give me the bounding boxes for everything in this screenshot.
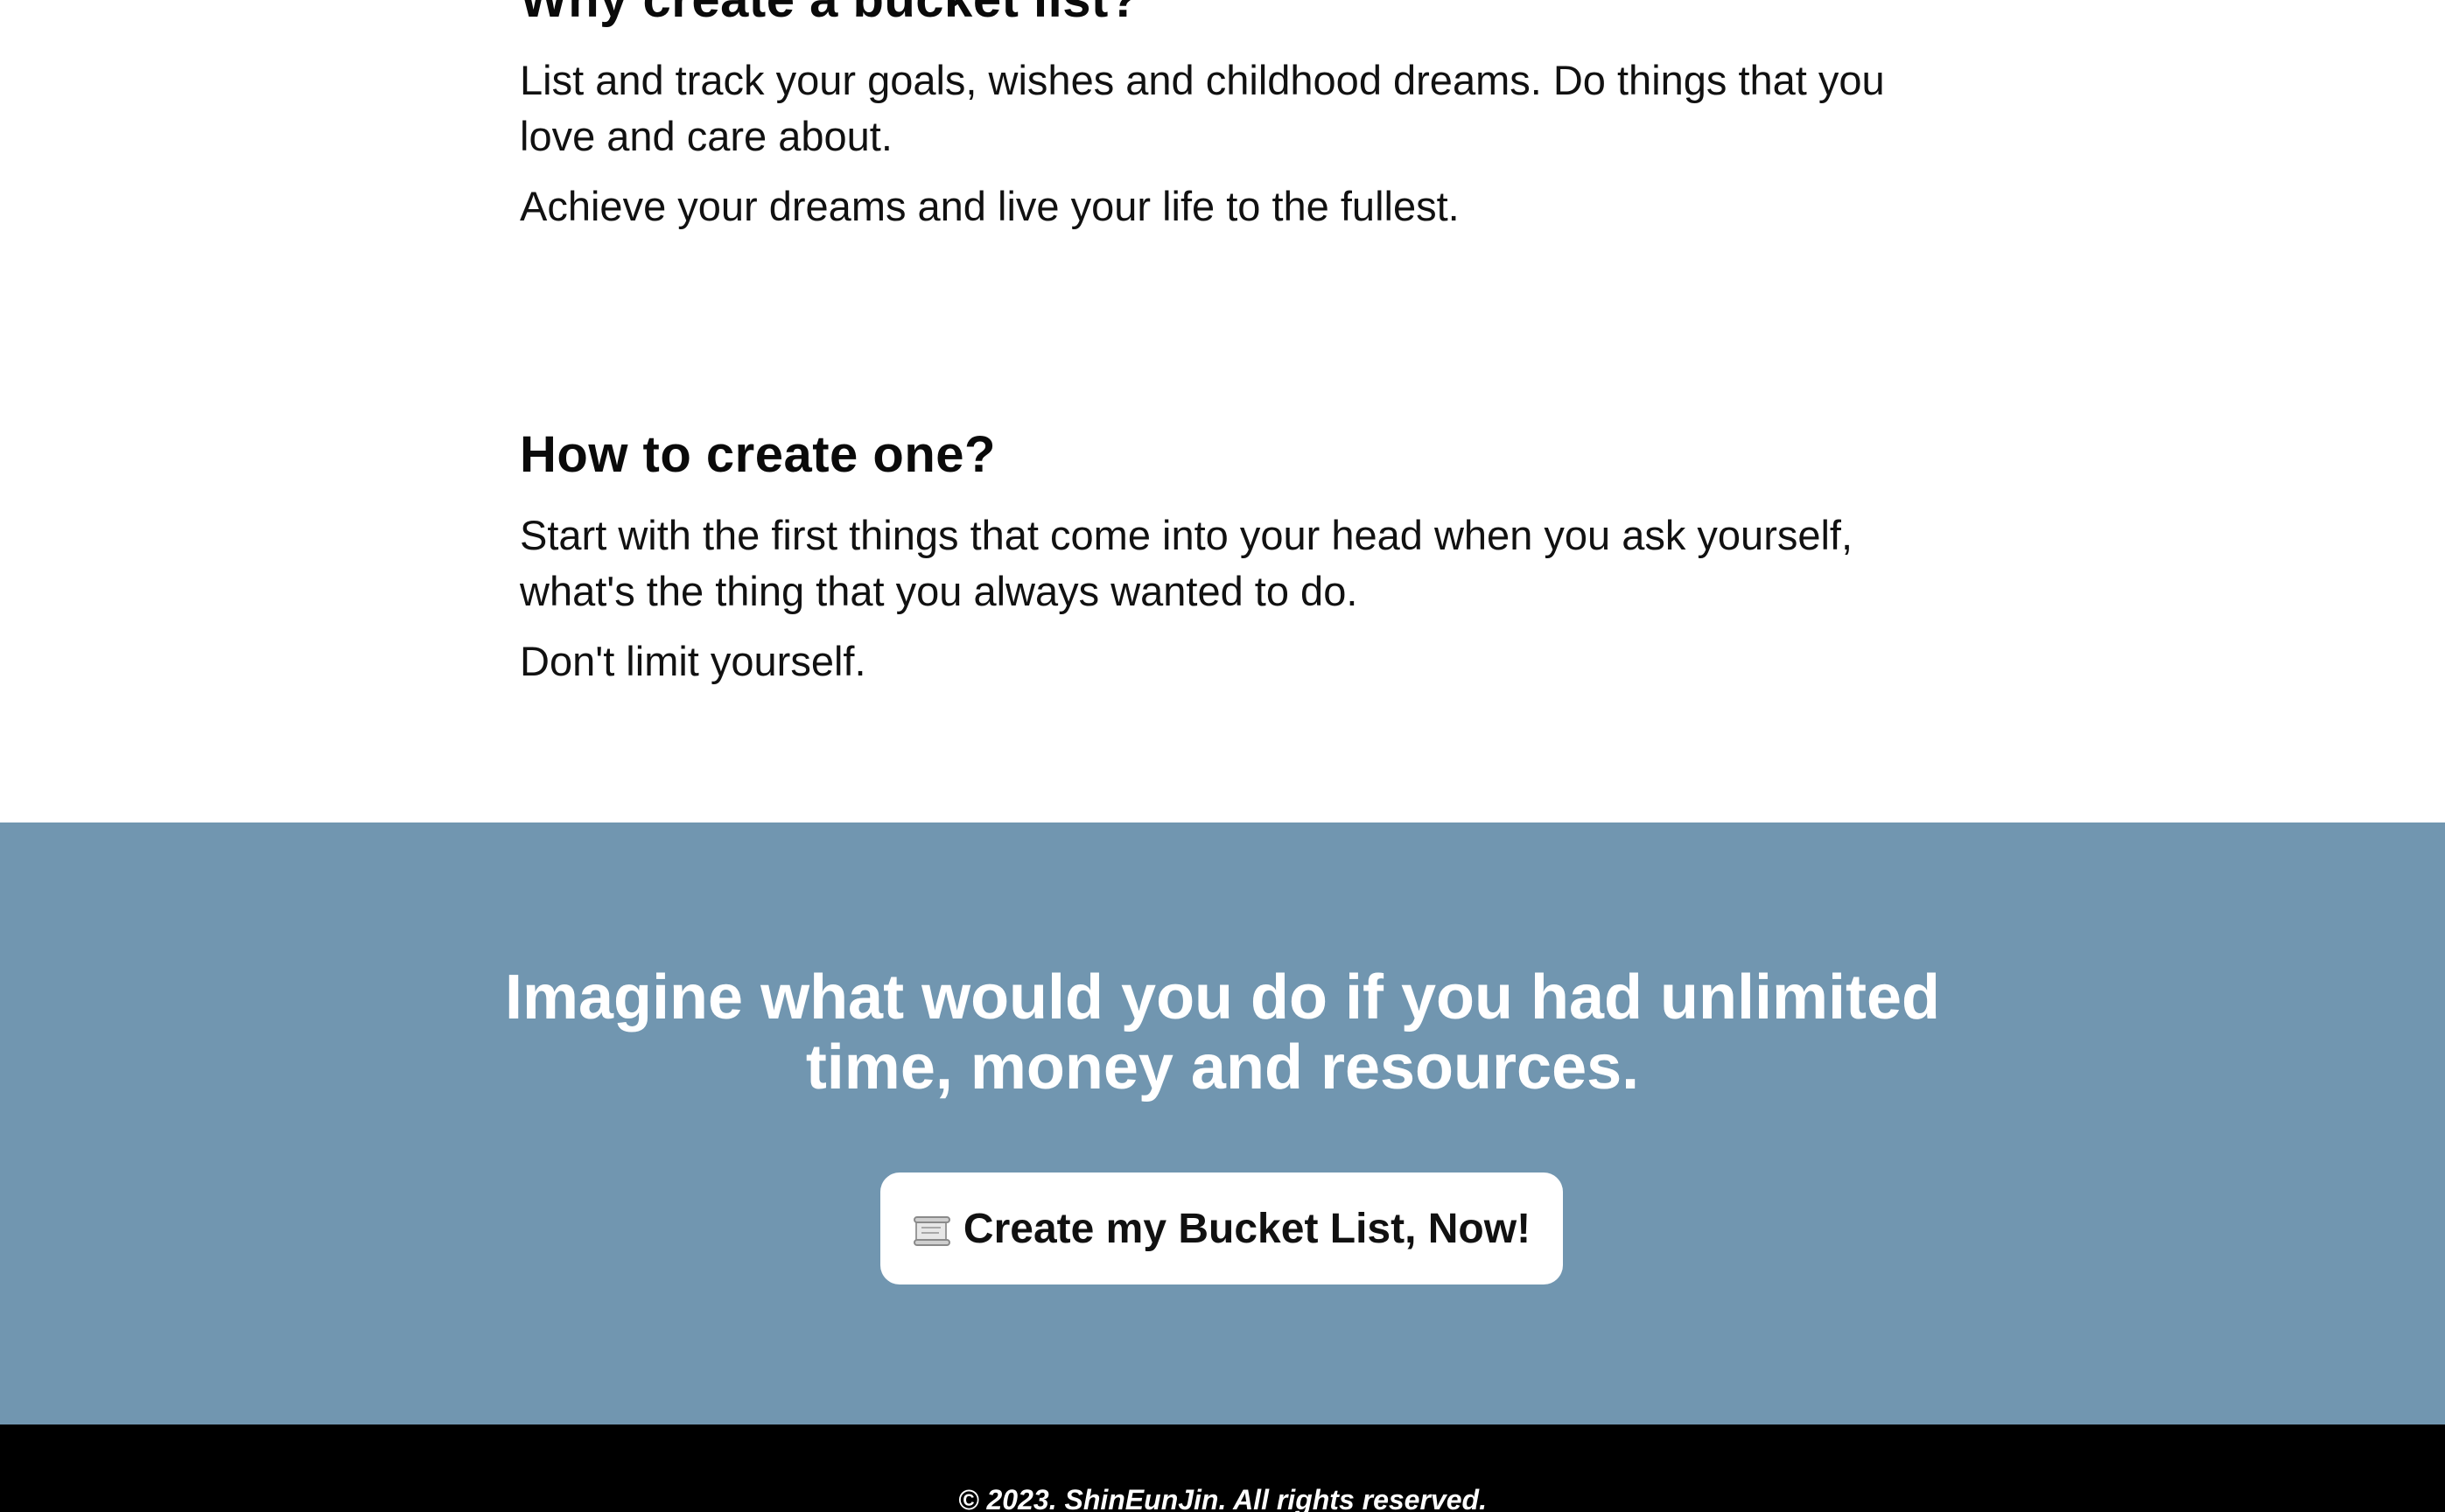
scroll-icon [913, 1211, 951, 1246]
how-paragraph-1: Start with the first things that come in… [520, 512, 1853, 614]
cta-headline-line-1: Imagine what would you do if you had unl… [504, 962, 1940, 1032]
how-paragraph-2: Don't limit yourself. [520, 638, 866, 684]
how-section: How to create one? Start with the first … [520, 420, 1920, 690]
why-paragraph-1: List and track your goals, wishes and ch… [520, 57, 1885, 159]
page: Why create a bucket list? List and track… [0, 0, 2445, 1512]
why-heading: Why create a bucket list? [520, 0, 1920, 35]
footer-copyright: © 2023. ShinEunJin. All rights reserved. [958, 1484, 1487, 1512]
footer: © 2023. ShinEunJin. All rights reserved. [0, 1424, 2445, 1512]
create-bucket-list-button[interactable]: Create my Bucket List, Now! [880, 1172, 1563, 1284]
cta-headline: Imagine what would you do if you had unl… [0, 962, 2445, 1102]
cta-headline-line-2: time, money and resources. [805, 1032, 1640, 1102]
create-bucket-list-label: Create my Bucket List, Now! [963, 1205, 1531, 1252]
why-section: Why create a bucket list? List and track… [520, 0, 1920, 234]
main-content: Why create a bucket list? List and track… [0, 0, 2445, 822]
cta-banner: Imagine what would you do if you had unl… [0, 822, 2445, 1424]
why-paragraph-2: Achieve your dreams and live your life t… [520, 183, 1460, 229]
how-heading: How to create one? [520, 426, 996, 483]
